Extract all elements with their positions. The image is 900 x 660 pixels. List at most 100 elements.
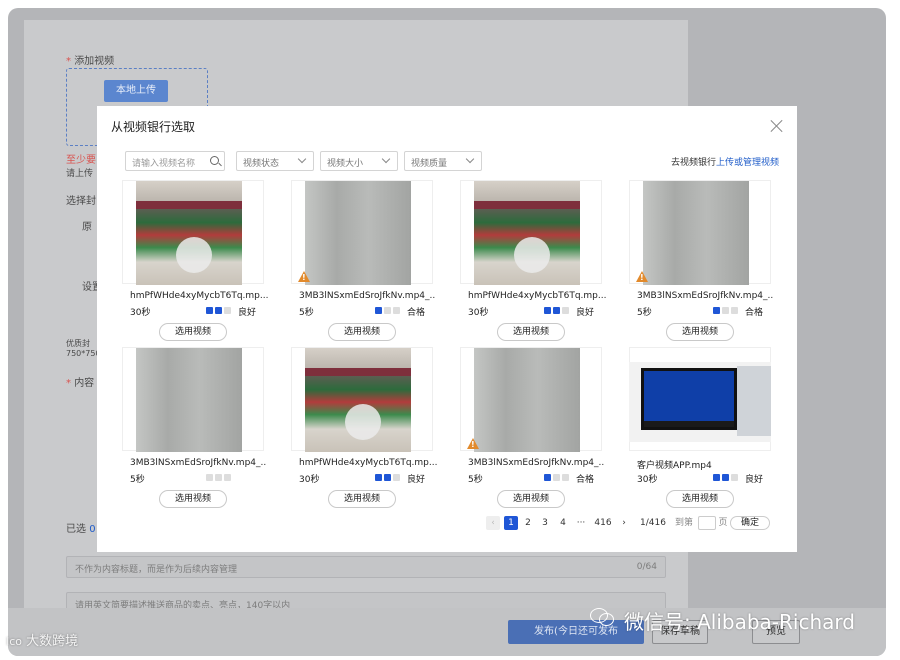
select-video-button[interactable]: 选用视频 <box>328 490 396 508</box>
video-quality: 合格 <box>576 475 595 485</box>
brand-watermark: Ico 大数跨境 <box>6 634 79 649</box>
video-card[interactable] <box>122 180 264 285</box>
video-search-input[interactable]: 请输入视频名称 <box>125 151 225 171</box>
video-thumbnail[interactable] <box>643 181 749 285</box>
close-icon[interactable] <box>769 118 785 134</box>
filter-video-status[interactable]: 视频状态 <box>236 151 314 171</box>
video-thumbnail[interactable] <box>305 181 411 285</box>
quality-indicator <box>544 474 571 482</box>
wechat-icon <box>590 608 614 626</box>
quality-indicator <box>375 307 402 315</box>
quality-dot <box>384 474 391 481</box>
next-page-button[interactable]: › <box>617 516 631 530</box>
select-video-button[interactable]: 选用视频 <box>159 490 227 508</box>
wechat-watermark: 微信号: Alibaba-Richard <box>624 610 855 634</box>
content-title-input[interactable]: 不作为内容标题，而是作为后续内容管理 0/64 <box>66 556 666 578</box>
panel-shape <box>737 366 771 436</box>
video-card[interactable] <box>629 347 771 451</box>
jump-page-input[interactable] <box>698 516 716 530</box>
monitor-shape <box>641 368 737 430</box>
page-total: 1/416 <box>640 518 666 528</box>
filter-video-size[interactable]: 视频大小 <box>320 151 398 171</box>
video-thumbnail[interactable] <box>629 362 771 442</box>
video-card[interactable] <box>460 180 602 285</box>
quality-dot <box>722 307 729 314</box>
quality-dot <box>562 474 569 481</box>
local-upload-button[interactable]: 本地上传 <box>104 80 168 102</box>
prev-page-button[interactable]: ‹ <box>486 516 500 530</box>
video-name: 3MB3lNSxmEdSroJfkNv.mp4_.. <box>468 458 605 468</box>
quality-dot <box>224 474 231 481</box>
manage-videos-link[interactable]: 上传或管理视频 <box>716 158 779 168</box>
video-quality: 良好 <box>407 475 426 485</box>
video-card[interactable] <box>291 180 433 285</box>
chevron-down-icon <box>381 154 391 164</box>
chevron-down-icon <box>465 154 475 164</box>
video-duration: 30秒 <box>299 475 320 485</box>
select-video-button[interactable]: 选用视频 <box>159 323 227 341</box>
video-card[interactable] <box>629 180 771 285</box>
select-video-button[interactable]: 选用视频 <box>328 323 396 341</box>
video-thumbnail[interactable] <box>136 181 242 285</box>
cover-tip-2: 750*750 <box>66 349 101 358</box>
selected-label: 已选 0 <box>66 524 96 535</box>
select-video-button[interactable]: 选用视频 <box>666 323 734 341</box>
select-video-button[interactable]: 选用视频 <box>497 323 565 341</box>
manage-videos-text: 去视频银行上传或管理视频 <box>671 158 780 168</box>
jump-confirm-button[interactable]: 确定 <box>730 516 770 530</box>
quality-dot <box>215 307 222 314</box>
video-name: 3MB3lNSxmEdSroJfkNv.mp4_.. <box>299 291 436 301</box>
video-card[interactable] <box>291 347 433 452</box>
quality-dot <box>393 474 400 481</box>
quality-dot <box>713 474 720 481</box>
quality-dot <box>731 474 738 481</box>
modal-title: 从视频银行选取 <box>111 120 196 134</box>
quality-dot <box>206 474 213 481</box>
upload-error-text: 至少要 <box>66 155 96 166</box>
page-2[interactable]: 2 <box>521 516 535 530</box>
page-4[interactable]: 4 <box>556 516 570 530</box>
video-name: 3MB3lNSxmEdSroJfkNv.mp4_.. <box>637 291 774 301</box>
video-duration: 5秒 <box>299 308 314 318</box>
quality-dot <box>375 307 382 314</box>
warning-icon <box>298 271 310 282</box>
quality-dot <box>562 307 569 314</box>
filter-video-quality[interactable]: 视频质量 <box>404 151 482 171</box>
select-video-button[interactable]: 选用视频 <box>497 490 565 508</box>
content-title-placeholder: 不作为内容标题，而是作为后续内容管理 <box>75 565 238 575</box>
quality-dot <box>375 474 382 481</box>
video-duration: 5秒 <box>130 475 145 485</box>
filter-label: 视频状态 <box>243 159 280 169</box>
video-duration: 30秒 <box>637 475 658 485</box>
quality-dot <box>393 307 400 314</box>
page-1[interactable]: 1 <box>504 516 518 530</box>
video-quality: 良好 <box>238 308 257 318</box>
quality-dot <box>224 307 231 314</box>
video-name: hmPfWHde4xyMycbT6Tq.mp... <box>468 291 607 301</box>
search-icon[interactable] <box>210 156 219 165</box>
video-quality: 良好 <box>576 308 595 318</box>
video-bank-modal: 从视频银行选取 请输入视频名称 视频状态 视频大小 视频质量 去视频银行上传或管… <box>97 106 797 552</box>
video-thumbnail[interactable] <box>474 181 580 285</box>
video-thumbnail[interactable] <box>474 348 580 452</box>
page-3[interactable]: 3 <box>538 516 552 530</box>
content-label: * 内容 <box>66 378 95 389</box>
quality-dot <box>215 474 222 481</box>
video-name: 3MB3lNSxmEdSroJfkNv.mp4_.. <box>130 458 267 468</box>
upload-hint-text: 请上传 <box>66 169 94 179</box>
content-title-count: 0/64 <box>636 562 657 572</box>
choose-cover-label: 选择封 <box>66 196 96 207</box>
select-video-button[interactable]: 选用视频 <box>666 490 734 508</box>
quality-dot <box>553 474 560 481</box>
warning-icon <box>467 438 479 449</box>
video-card[interactable] <box>460 347 602 452</box>
jump-label: 到第 <box>674 518 693 528</box>
video-thumbnail[interactable] <box>136 348 242 452</box>
video-name: hmPfWHde4xyMycbT6Tq.mp... <box>130 291 269 301</box>
cover-original-option[interactable]: 原 <box>82 218 92 233</box>
video-card[interactable] <box>122 347 264 452</box>
video-thumbnail[interactable] <box>305 348 411 452</box>
page-last[interactable]: 416 <box>591 516 615 530</box>
filter-label: 视频大小 <box>327 159 364 169</box>
search-placeholder: 请输入视频名称 <box>132 159 196 169</box>
